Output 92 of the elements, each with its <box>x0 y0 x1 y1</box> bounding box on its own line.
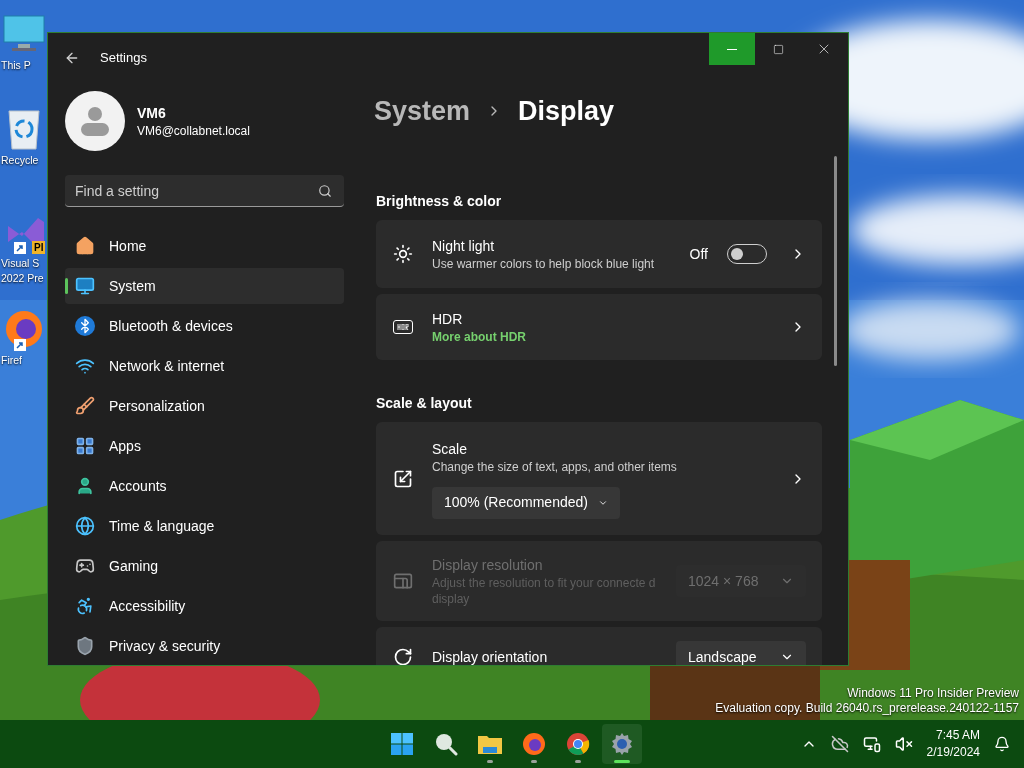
nav-item[interactable]: Accounts <box>65 468 344 504</box>
toggle-status: Off <box>689 244 708 264</box>
house-icon <box>75 236 95 256</box>
nav-label: System <box>109 276 156 296</box>
search-icon[interactable] <box>318 184 332 198</box>
scale-icon <box>393 468 413 489</box>
monitor-icon <box>75 276 95 296</box>
setting-card[interactable]: HDR More about HDR <box>376 294 822 360</box>
chrome-icon <box>566 732 590 756</box>
brush-icon <box>75 396 95 416</box>
maximize-icon <box>772 43 784 55</box>
setting-title: Display resolution <box>432 556 544 575</box>
minimize-icon <box>727 48 737 50</box>
preview-badge: PI <box>32 241 46 254</box>
section-heading: Scale & layout <box>376 394 473 413</box>
gear-icon <box>610 732 634 756</box>
nav-label: Time & language <box>109 516 215 536</box>
apps-grid-icon <box>75 436 95 456</box>
nav-label: Privacy & security <box>109 636 221 656</box>
notification-bell-icon[interactable] <box>994 736 1010 752</box>
hdr-link[interactable]: More about HDR <box>432 329 767 345</box>
setting-title: Display orientation <box>432 648 549 665</box>
account-email: VM6@collabnet.local <box>137 123 250 139</box>
running-indicator <box>575 760 581 763</box>
running-indicator <box>531 760 537 763</box>
wifi-icon <box>75 356 95 376</box>
running-indicator <box>487 760 493 763</box>
selection-indicator <box>65 278 68 294</box>
window-title: Settings <box>100 49 147 68</box>
dropdown[interactable]: 100% (Recommended) <box>432 486 620 519</box>
accessibility-icon <box>75 596 95 616</box>
setting-title: HDR <box>432 310 464 329</box>
gamepad-icon <box>75 556 95 576</box>
nav-label: Home <box>109 236 147 256</box>
nav-label: Personalization <box>109 396 205 416</box>
account-name: VM6 <box>137 104 167 123</box>
monitor-icon <box>1 14 46 54</box>
network-icon[interactable] <box>862 735 881 753</box>
search-icon <box>434 732 458 756</box>
nav-item[interactable]: System <box>65 268 344 304</box>
nav-item[interactable]: Time & language <box>65 508 344 544</box>
setting-card[interactable]: Night light Use warmer colors to help block blue light Off <box>376 220 822 288</box>
desktop-icon-label[interactable]: This P <box>0 58 31 73</box>
clock[interactable]: 7:45 AM 2/19/2024 <box>926 727 980 761</box>
start-icon <box>390 732 414 756</box>
setting-description: Use warmer colors to help block blue light <box>432 256 656 272</box>
nav-item[interactable]: Network & internet <box>65 348 344 384</box>
breadcrumb-parent[interactable]: System <box>374 90 471 132</box>
setting-card[interactable]: Display orientation Landscape <box>376 627 822 665</box>
shield-icon <box>75 636 95 656</box>
search-field[interactable]: Find a setting <box>65 175 344 207</box>
person-icon <box>75 476 95 496</box>
volume-muted-icon[interactable] <box>894 735 913 753</box>
nav-label: Network & internet <box>109 356 225 376</box>
hdr-icon <box>393 320 413 334</box>
dropdown[interactable]: Landscape <box>676 641 806 665</box>
nav-item[interactable]: Accessibility <box>65 588 344 624</box>
desktop-icon-label[interactable]: Recycle <box>0 153 39 168</box>
setting-title: Scale <box>432 439 469 459</box>
setting-description: Change the size of text, apps, and other items <box>432 458 678 475</box>
avatar <box>65 91 125 151</box>
section-heading: Brightness & color <box>376 192 503 211</box>
recycle-bin-icon <box>5 107 42 151</box>
nav-item[interactable]: Gaming <box>65 548 344 584</box>
resolution-icon <box>393 571 413 591</box>
orientation-icon <box>393 647 413 665</box>
nav-item[interactable]: Personalization <box>65 388 344 424</box>
desktop-icon-label[interactable]: 2022 Pre <box>0 271 44 286</box>
globe-icon <box>75 516 95 536</box>
nav-label: Apps <box>109 436 141 456</box>
nav-label: Accessibility <box>109 596 186 616</box>
nav-item[interactable]: Apps <box>65 428 344 464</box>
nav-label: Bluetooth & devices <box>109 316 233 336</box>
desktop-icon-label[interactable]: Firef <box>0 353 22 368</box>
nav-item[interactable]: Bluetooth & devices <box>65 308 344 344</box>
build-info-text: Windows 11 Pro Insider Preview <box>847 686 1019 701</box>
brightness-icon <box>393 244 413 264</box>
taskbar-button[interactable] <box>602 724 642 764</box>
folder-icon <box>477 733 503 755</box>
bluetooth-icon <box>75 316 95 336</box>
desktop-icon-label[interactable]: Visual S <box>0 256 40 271</box>
nav-label: Gaming <box>109 556 159 576</box>
setting-card[interactable]: Scale Change the size of text, apps, and other items 100% (Recommended) <box>376 422 822 535</box>
cloud-off-icon[interactable] <box>830 735 849 753</box>
page-title: Display <box>518 94 615 128</box>
nav-label: Accounts <box>109 476 167 496</box>
scrollbar[interactable] <box>833 156 837 366</box>
running-indicator <box>614 760 630 763</box>
build-info-text: Evaluation copy. Build 26040.rs_prerelease.240122-1157 <box>715 701 1019 716</box>
setting-title: Night light <box>432 237 496 256</box>
nav-item[interactable]: Home <box>65 228 344 264</box>
nav-item[interactable]: Privacy & security <box>65 628 344 664</box>
